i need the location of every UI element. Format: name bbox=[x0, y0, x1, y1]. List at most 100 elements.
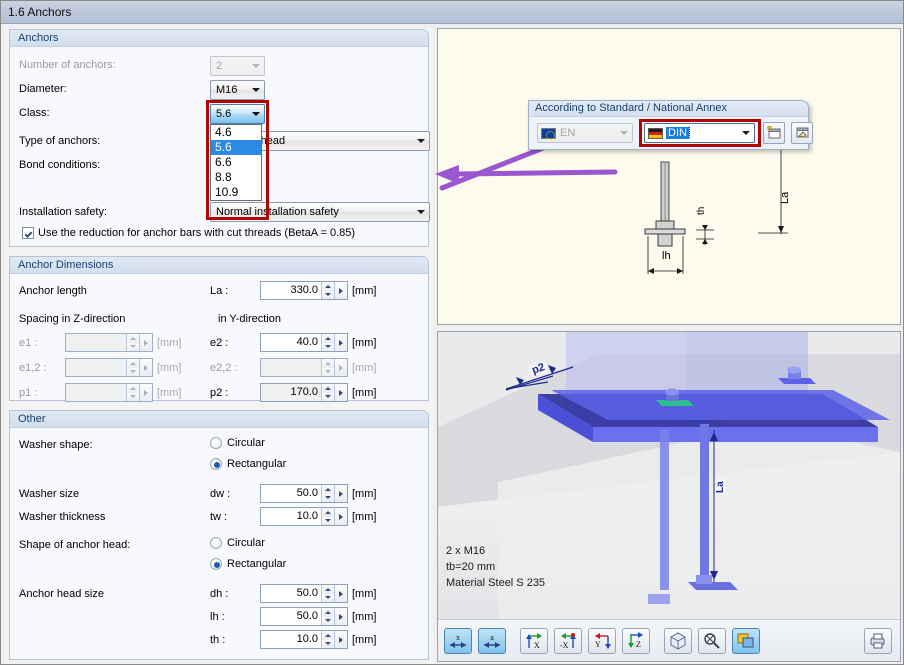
spinner-buttons[interactable] bbox=[321, 585, 334, 602]
spinner-up-icon[interactable] bbox=[322, 508, 334, 517]
spinner-down-icon[interactable] bbox=[127, 342, 139, 351]
spinner-up-icon[interactable] bbox=[322, 585, 334, 594]
render-mode-button[interactable] bbox=[732, 627, 760, 654]
symbol-lh: lh : bbox=[210, 611, 225, 623]
number-of-anchors-value: 2 bbox=[216, 60, 223, 72]
more-options-icon[interactable] bbox=[139, 384, 152, 401]
spinner-down-icon[interactable] bbox=[322, 516, 334, 525]
spinner-buttons[interactable] bbox=[321, 282, 334, 299]
class-option[interactable]: 10.9 bbox=[211, 185, 261, 200]
edit-annex-button[interactable] bbox=[791, 122, 813, 144]
spinner-buttons[interactable] bbox=[126, 384, 139, 401]
standard-value: EN bbox=[560, 127, 576, 139]
spinner-buttons[interactable] bbox=[321, 508, 334, 525]
head-lh-input[interactable]: 50.0 bbox=[260, 607, 348, 626]
spinner-buttons[interactable] bbox=[321, 384, 334, 401]
more-options-icon[interactable] bbox=[334, 608, 347, 625]
dimension-x-button[interactable]: x bbox=[444, 627, 472, 654]
svg-text:a: a bbox=[490, 633, 494, 642]
e22-input[interactable] bbox=[260, 358, 348, 377]
more-options-icon[interactable] bbox=[334, 359, 347, 376]
spinner-up-icon[interactable] bbox=[322, 359, 334, 368]
view-x-button[interactable]: X bbox=[520, 627, 548, 654]
class-dropdown-list[interactable]: 4.6 5.6 6.6 8.8 10.9 bbox=[210, 124, 262, 201]
zoom-all-button[interactable] bbox=[698, 627, 726, 654]
washer-thickness-input[interactable]: 10.0 bbox=[260, 507, 348, 526]
head-shape-rectangular-radio[interactable]: Rectangular bbox=[210, 558, 286, 570]
diameter-combo[interactable]: M16 bbox=[210, 80, 265, 100]
standard-combo[interactable]: EN bbox=[537, 123, 633, 143]
view-negx-button[interactable]: -X bbox=[554, 627, 582, 654]
spinner-down-icon[interactable] bbox=[127, 392, 139, 401]
new-annex-button[interactable] bbox=[763, 122, 785, 144]
anchor-2d-view[interactable]: lh th La bbox=[437, 28, 901, 325]
anchor-3d-view[interactable]: p2 La 2 x M16 tb=20 mm Material Steel S … bbox=[438, 332, 900, 619]
spinner-down-icon[interactable] bbox=[127, 367, 139, 376]
spinner-up-icon[interactable] bbox=[322, 485, 334, 494]
head-dh-input[interactable]: 50.0 bbox=[260, 584, 348, 603]
e12-input[interactable] bbox=[65, 358, 153, 377]
installation-safety-combo[interactable]: Normal installation safety bbox=[210, 202, 430, 222]
more-options-icon[interactable] bbox=[334, 384, 347, 401]
head-shape-circular-radio[interactable]: Circular bbox=[210, 537, 265, 549]
washer-shape-circular-radio[interactable]: Circular bbox=[210, 437, 265, 449]
more-options-icon[interactable] bbox=[334, 485, 347, 502]
spinner-up-icon[interactable] bbox=[127, 359, 139, 368]
more-options-icon[interactable] bbox=[334, 334, 347, 351]
spinner-down-icon[interactable] bbox=[322, 593, 334, 602]
print-button[interactable] bbox=[864, 627, 892, 654]
more-options-icon[interactable] bbox=[334, 585, 347, 602]
spinner-down-icon[interactable] bbox=[322, 392, 334, 401]
spinner-buttons[interactable] bbox=[321, 608, 334, 625]
spinner-down-icon[interactable] bbox=[322, 290, 334, 299]
p1-input[interactable] bbox=[65, 383, 153, 402]
reduction-checkbox[interactable]: Use the reduction for anchor bars with c… bbox=[22, 227, 355, 239]
more-options-icon[interactable] bbox=[139, 334, 152, 351]
class-option[interactable]: 5.6 bbox=[211, 140, 261, 155]
head-shape-rectangular-label: Rectangular bbox=[227, 558, 287, 570]
class-option[interactable]: 8.8 bbox=[211, 170, 261, 185]
spinner-down-icon[interactable] bbox=[322, 367, 334, 376]
anchor-length-input[interactable]: 330.0 bbox=[260, 281, 348, 300]
class-option[interactable]: 4.6 bbox=[211, 125, 261, 140]
annex-combo[interactable]: DIN bbox=[644, 123, 755, 143]
e2-input[interactable]: 40.0 bbox=[260, 333, 348, 352]
head-th-input[interactable]: 10.0 bbox=[260, 630, 348, 649]
number-of-anchors-combo[interactable]: 2 bbox=[210, 56, 265, 76]
german-flag-icon bbox=[648, 127, 663, 139]
class-option[interactable]: 6.6 bbox=[211, 155, 261, 170]
more-options-icon[interactable] bbox=[139, 359, 152, 376]
p2-input[interactable]: 170.0 bbox=[260, 383, 348, 402]
class-combo[interactable]: 5.6 bbox=[210, 104, 265, 124]
spinner-buttons[interactable] bbox=[126, 359, 139, 376]
spinner-buttons[interactable] bbox=[126, 334, 139, 351]
unit-p2: [mm] bbox=[352, 387, 377, 399]
spinner-buttons[interactable] bbox=[321, 485, 334, 502]
more-options-icon[interactable] bbox=[334, 631, 347, 648]
washer-shape-rectangular-radio[interactable]: Rectangular bbox=[210, 458, 286, 470]
head-lh-value: 50.0 bbox=[296, 610, 318, 622]
view-z-button[interactable]: Z bbox=[622, 627, 650, 654]
spinner-buttons[interactable] bbox=[321, 334, 334, 351]
spinner-up-icon[interactable] bbox=[322, 631, 334, 640]
isometric-view-button[interactable] bbox=[664, 627, 692, 654]
spinner-up-icon[interactable] bbox=[322, 608, 334, 617]
more-options-icon[interactable] bbox=[334, 508, 347, 525]
spinner-up-icon[interactable] bbox=[127, 384, 139, 393]
washer-size-input[interactable]: 50.0 bbox=[260, 484, 348, 503]
spinner-up-icon[interactable] bbox=[127, 334, 139, 343]
spinner-buttons[interactable] bbox=[321, 631, 334, 648]
spinner-down-icon[interactable] bbox=[322, 493, 334, 502]
dimension-a-button[interactable]: a bbox=[478, 627, 506, 654]
spinner-up-icon[interactable] bbox=[322, 282, 334, 291]
more-options-icon[interactable] bbox=[334, 282, 347, 299]
spinner-up-icon[interactable] bbox=[322, 384, 334, 393]
spinner-up-icon[interactable] bbox=[322, 334, 334, 343]
spinner-down-icon[interactable] bbox=[322, 342, 334, 351]
anchor-3d-panel: p2 La 2 x M16 tb=20 mm Material Steel S … bbox=[437, 331, 901, 662]
view-y-button[interactable]: Y bbox=[588, 627, 616, 654]
e1-input[interactable] bbox=[65, 333, 153, 352]
spinner-buttons[interactable] bbox=[321, 359, 334, 376]
spinner-down-icon[interactable] bbox=[322, 639, 334, 648]
spinner-down-icon[interactable] bbox=[322, 616, 334, 625]
